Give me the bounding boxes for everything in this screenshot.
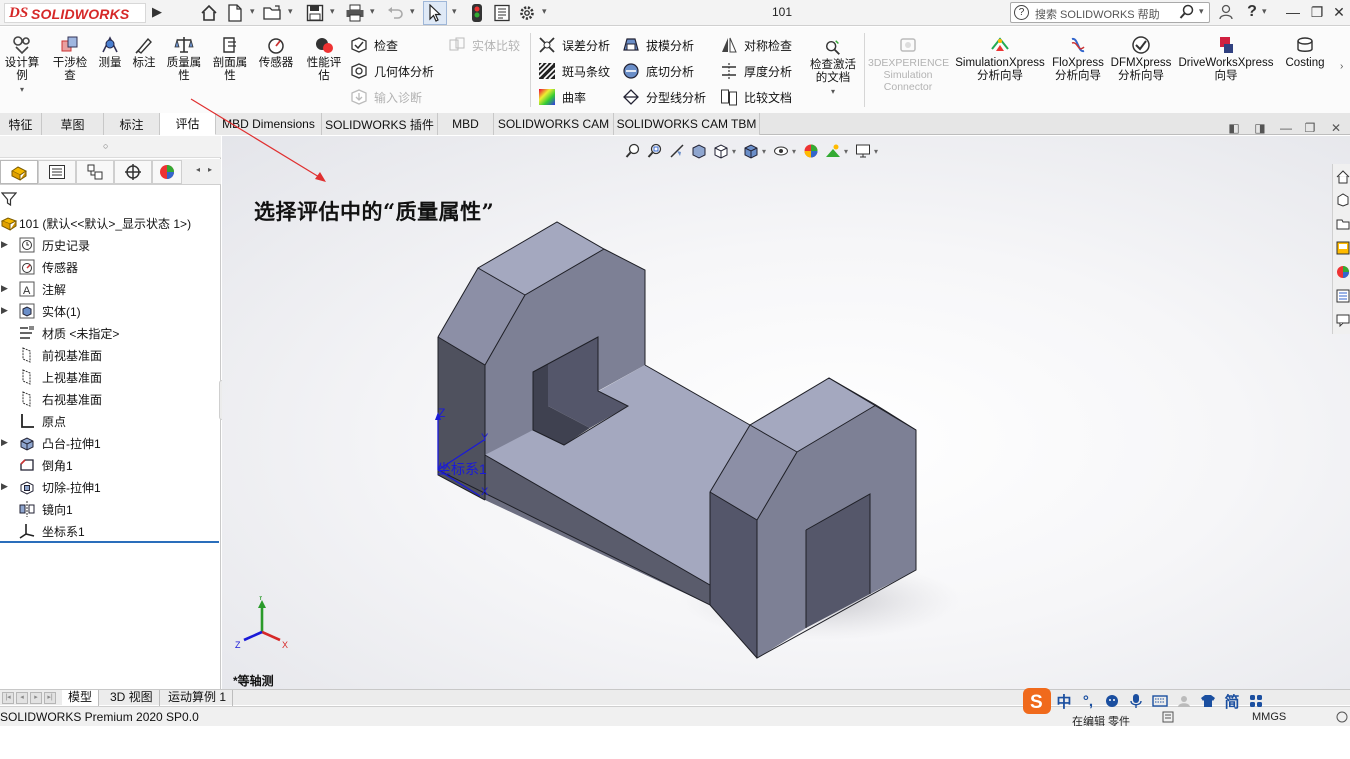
axis-y-label: Y bbox=[481, 432, 489, 444]
design-library-icon[interactable] bbox=[1334, 189, 1350, 211]
svg-text:S: S bbox=[1030, 692, 1043, 713]
file-explorer-icon[interactable] bbox=[1334, 213, 1350, 235]
last-tab-icon[interactable]: ▸| bbox=[44, 692, 56, 704]
ime-chinese-mode[interactable]: 中 bbox=[1052, 689, 1076, 713]
ime-simplified-mode[interactable]: 简 bbox=[1220, 689, 1244, 713]
coordinate-system-label: 坐标系1 bbox=[437, 461, 487, 477]
tab-model[interactable]: 模型 bbox=[62, 690, 100, 706]
axis-z-label: Z bbox=[438, 406, 446, 420]
page-bottom-margin bbox=[0, 726, 1350, 759]
reference-triad[interactable]: X Z Y bbox=[232, 596, 292, 656]
forum-icon[interactable] bbox=[1334, 309, 1350, 331]
axis-x-label: X bbox=[481, 486, 489, 498]
solidworks-resources-icon[interactable] bbox=[1334, 166, 1350, 188]
ime-voice-icon[interactable] bbox=[1124, 689, 1148, 713]
status-help-icon[interactable] bbox=[1336, 711, 1348, 726]
ime-toolbox-icon[interactable] bbox=[1244, 689, 1268, 713]
custom-properties-icon[interactable] bbox=[1334, 285, 1350, 307]
ime-punctuation[interactable]: °, bbox=[1076, 689, 1100, 713]
right-upright-outer-face bbox=[710, 492, 757, 658]
tab-motion-study[interactable]: 运动算例 1 bbox=[162, 690, 234, 706]
prev-tab-icon[interactable]: ◂ bbox=[16, 692, 28, 704]
svg-text:Z: Z bbox=[235, 640, 241, 650]
svg-text:X: X bbox=[282, 640, 288, 650]
product-version: SOLIDWORKS Premium 2020 SP0.0 bbox=[0, 710, 199, 724]
input-method-bar: S 中 °, 简 bbox=[1022, 686, 1270, 716]
appearances-icon[interactable] bbox=[1334, 261, 1350, 283]
view-palette-icon[interactable] bbox=[1334, 237, 1350, 259]
part-model[interactable] bbox=[0, 0, 1350, 759]
next-tab-icon[interactable]: ▸ bbox=[30, 692, 42, 704]
task-pane bbox=[1332, 164, 1350, 334]
view-orientation-label: *等轴测 bbox=[233, 674, 274, 688]
ime-skin-icon[interactable] bbox=[1196, 689, 1220, 713]
solidworks-window: DS SOLIDWORKS ▶ ▾ ▾ ▾ ▾ ▾ ▾ ▾ 101 ? 搜索 S… bbox=[0, 0, 1350, 759]
tab-3d-views[interactable]: 3D 视图 bbox=[104, 690, 160, 706]
ime-account-icon[interactable] bbox=[1172, 689, 1196, 713]
svg-text:Y: Y bbox=[258, 596, 264, 602]
ime-keyboard-icon[interactable] bbox=[1148, 689, 1172, 713]
first-tab-icon[interactable]: |◂ bbox=[2, 692, 14, 704]
sogou-ime-icon[interactable]: S bbox=[1022, 687, 1052, 715]
ime-emoji-icon[interactable] bbox=[1100, 689, 1124, 713]
